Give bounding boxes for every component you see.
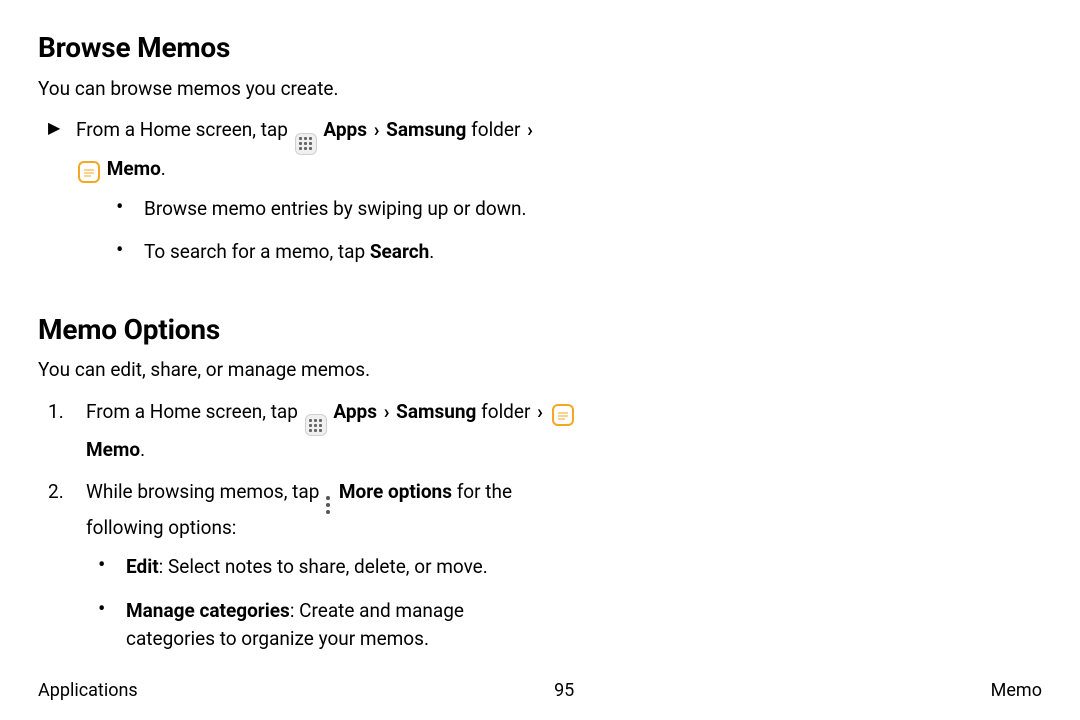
bullet-edit: Edit: Select notes to share, delete, or … [98, 553, 586, 581]
bullet-search: To search for a memo, tap Search. [116, 238, 556, 266]
bullet-browse-swipe: Browse memo entries by swiping up or dow… [116, 195, 556, 223]
bullet-search-bold: Search [370, 240, 429, 263]
chevron-icon: › [382, 400, 392, 423]
bullet-manage-bold: Manage categories [126, 599, 290, 622]
instruction-row: ▶ From a Home screen, tap Apps › Samsung… [48, 116, 1042, 282]
bullet-edit-rest: : Select notes to share, delete, or move… [159, 555, 488, 578]
chevron-icon: › [535, 400, 545, 423]
bullet-edit-bold: Edit [126, 555, 159, 578]
folder-word: folder [471, 118, 525, 141]
apps-label: Apps [323, 118, 367, 141]
play-icon: ▶ [48, 116, 76, 139]
step-1: From a Home screen, tap Apps › Samsung f… [48, 398, 586, 464]
more-options-label: More options [339, 480, 452, 503]
memo-label: Memo [86, 438, 140, 461]
footer-page-number: 95 [554, 678, 574, 704]
chevron-icon: › [372, 118, 382, 141]
footer-right: Memo [991, 678, 1042, 704]
samsung-folder-label: Samsung [386, 118, 466, 141]
memo-icon [78, 161, 100, 183]
memo-options-intro: You can edit, share, or manage memos. [38, 356, 1042, 384]
period: . [140, 438, 145, 461]
step-2: While browsing memos, tap More options f… [48, 478, 586, 652]
footer-left: Applications [38, 678, 138, 704]
more-options-icon [326, 496, 330, 514]
bullet-search-post: . [429, 240, 434, 263]
text-lead: From a Home screen, tap [76, 118, 293, 141]
browse-memos-heading: Browse Memos [38, 28, 1042, 69]
memo-icon [552, 404, 574, 426]
period: . [161, 157, 166, 180]
apps-icon [295, 133, 317, 155]
memo-label: Memo [107, 157, 161, 180]
bullet-manage-categories: Manage categories: Create and manage cat… [98, 597, 546, 652]
folder-word: folder [481, 400, 535, 423]
apps-label: Apps [333, 400, 377, 423]
text-lead: From a Home screen, tap [86, 400, 303, 423]
page-footer: Applications 95 Memo [38, 678, 1042, 704]
chevron-icon: › [525, 118, 535, 141]
bullet-search-pre: To search for a memo, tap [144, 240, 370, 263]
step2-pre: While browsing memos, tap [86, 480, 324, 503]
browse-memos-intro: You can browse memos you create. [38, 75, 1042, 103]
memo-options-heading: Memo Options [38, 310, 1042, 351]
apps-icon [305, 414, 327, 436]
samsung-folder-label: Samsung [396, 400, 476, 423]
